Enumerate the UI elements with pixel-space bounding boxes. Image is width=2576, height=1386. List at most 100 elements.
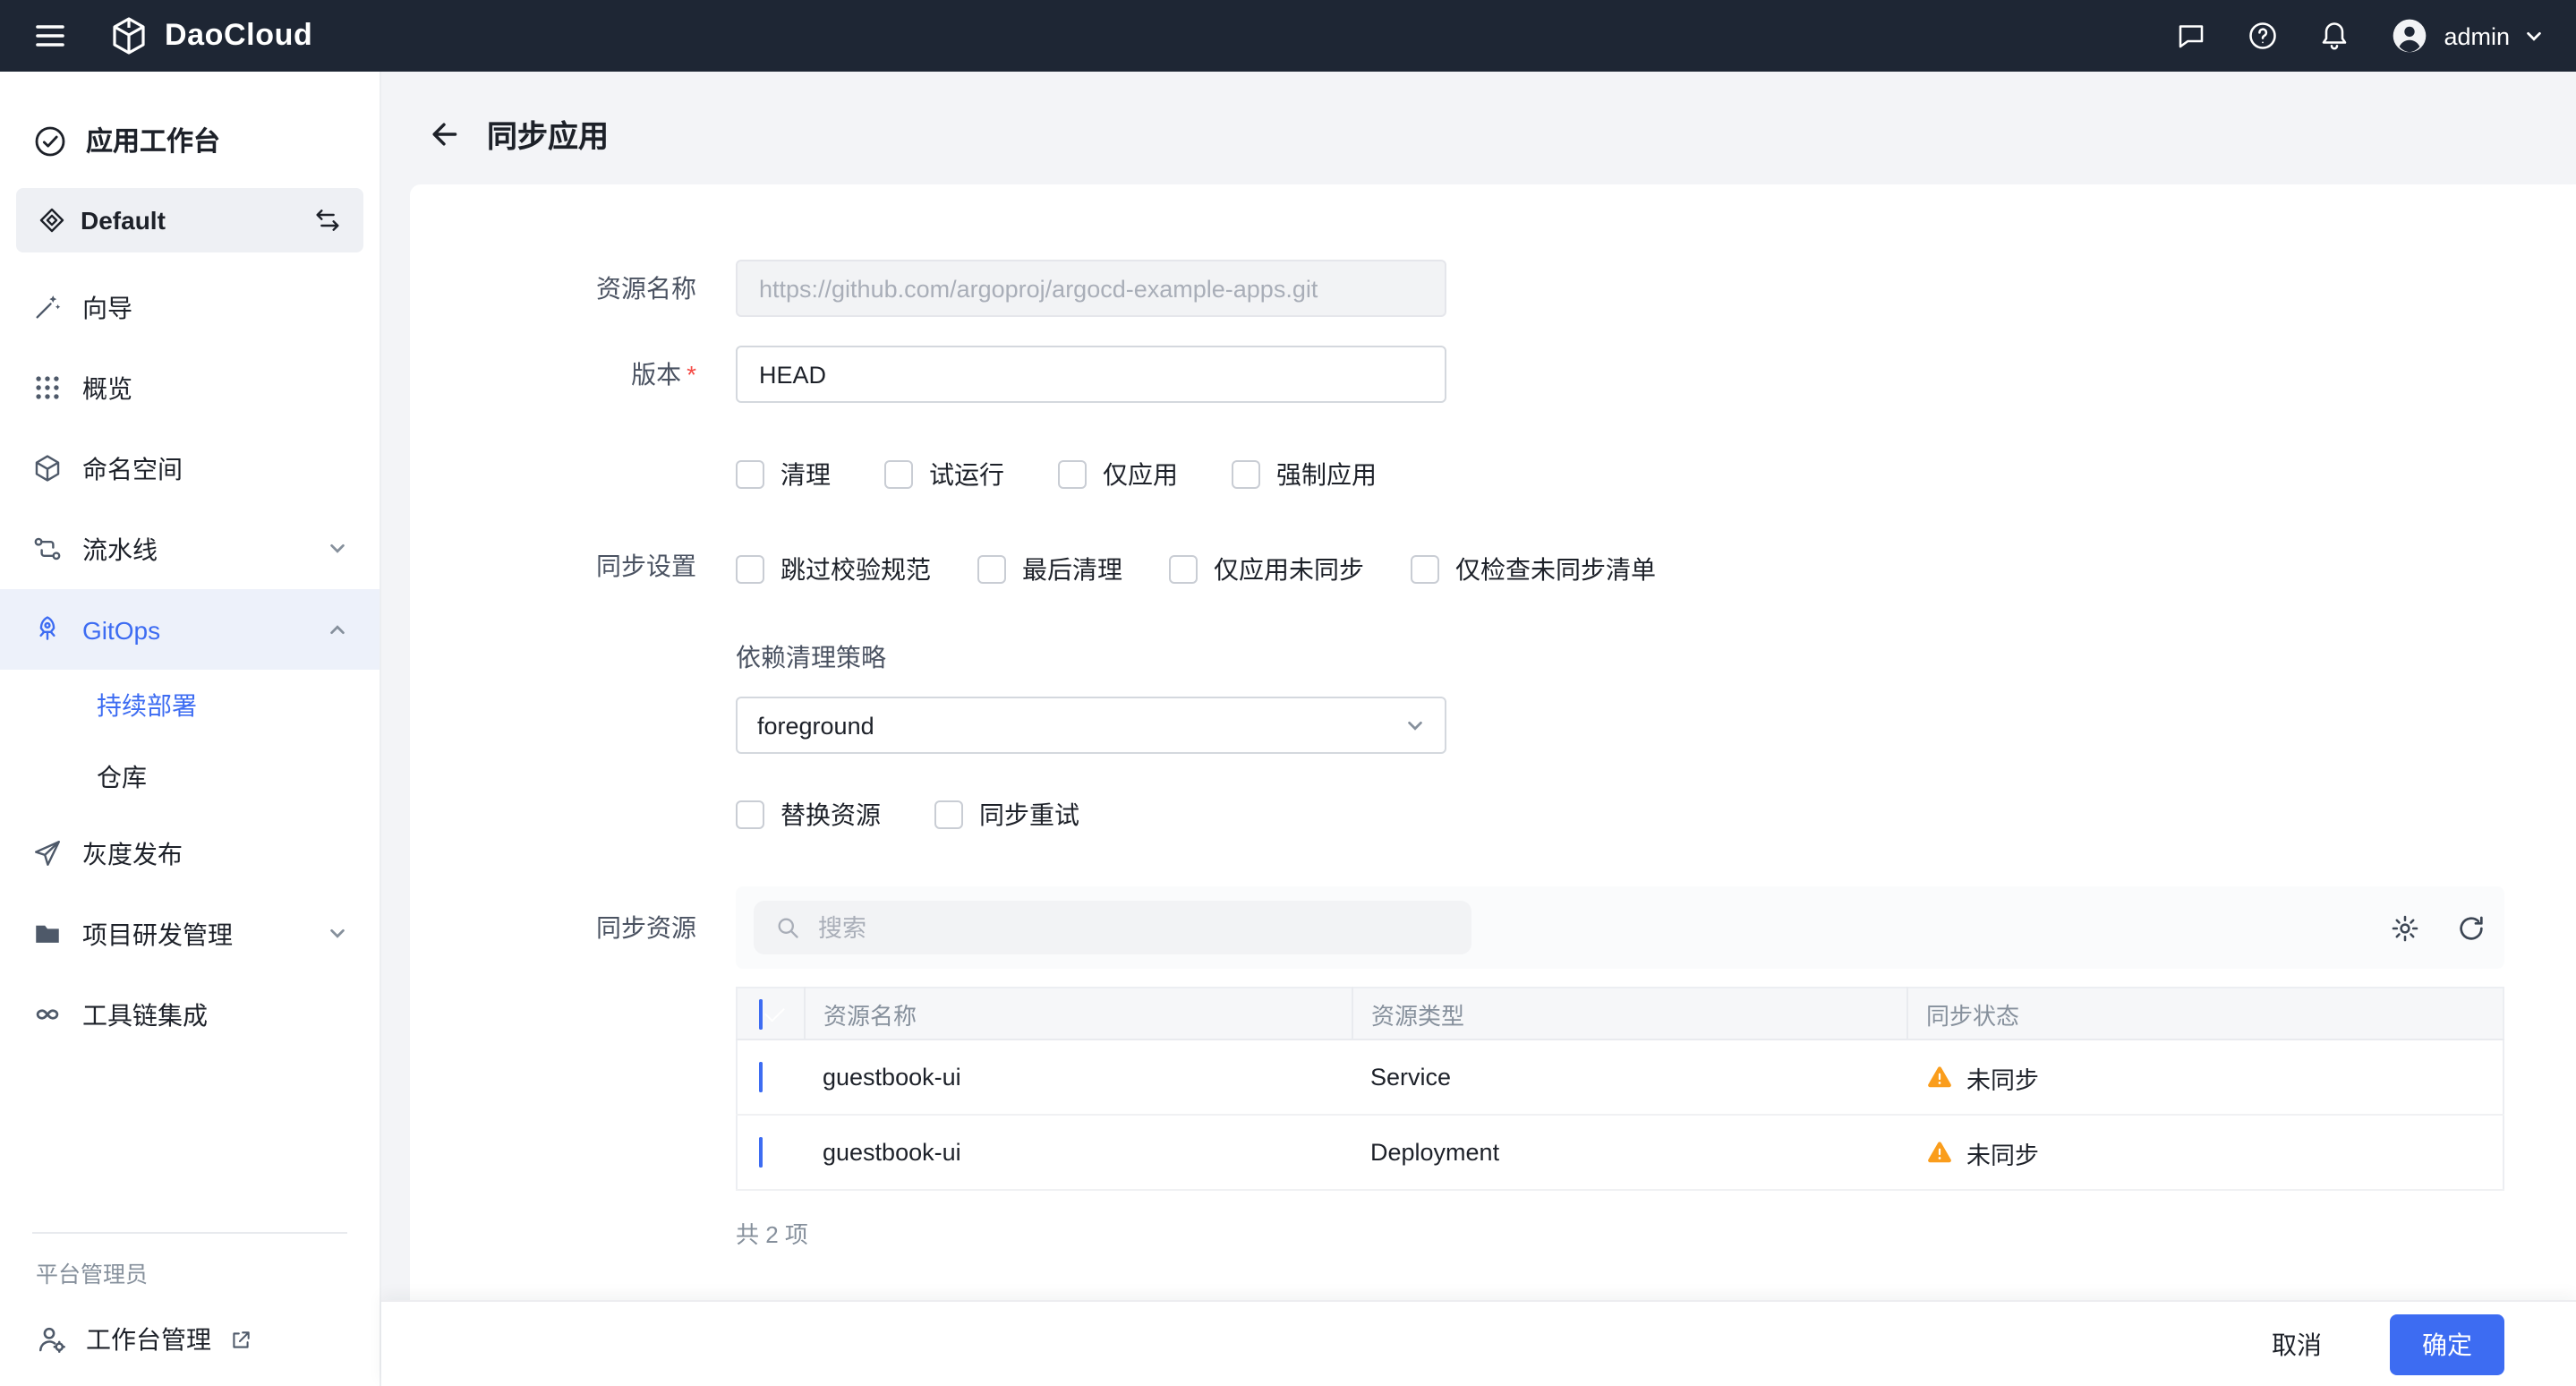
select-all-checkbox[interactable] [759, 998, 763, 1029]
sidebar-item-gitops[interactable]: GitOps [0, 589, 380, 670]
topbar: DaoCloud admin [0, 0, 2576, 72]
checkbox [1411, 555, 1439, 584]
checkbox [736, 460, 764, 489]
settings-gear-icon[interactable] [2390, 912, 2420, 943]
chevron-down-icon [328, 539, 347, 559]
checkbox-skip-schema-validation[interactable]: 跳过校验规范 [736, 552, 931, 587]
sync-resources-label: 同步资源 [410, 886, 736, 969]
sidebar-item-toolchain-integration[interactable]: 工具链集成 [0, 974, 380, 1055]
resource-name-input [736, 260, 1446, 317]
main-content: 同步应用 资源名称 版本* [381, 72, 2576, 1386]
checkbox-force-apply[interactable]: 强制应用 [1232, 457, 1377, 492]
refresh-icon[interactable] [2456, 912, 2486, 943]
resources-toolbar [736, 886, 2504, 969]
avatar [2390, 16, 2429, 56]
sidebar-item-wizard[interactable]: 向导 [0, 267, 380, 347]
chat-icon[interactable] [2175, 20, 2207, 52]
search-icon [775, 915, 800, 940]
chevron-down-icon [2524, 26, 2544, 46]
form-footer: 取消 确定 [381, 1300, 2576, 1386]
sync-settings-label: 同步设置 [410, 539, 736, 593]
row-checkbox[interactable] [759, 1062, 763, 1092]
switch-workspace-icon[interactable] [313, 206, 342, 235]
cell-resource-type: Service [1352, 1040, 1907, 1115]
folder-icon [32, 919, 63, 949]
cube-icon [32, 453, 63, 483]
sidebar-item-app-workbench[interactable]: 应用工作台 [0, 93, 380, 181]
sidebar-subitem-repository[interactable]: 仓库 [0, 741, 380, 813]
sidebar-item-project-dev-management[interactable]: 项目研发管理 [0, 894, 380, 974]
daocloud-logo-icon [107, 14, 150, 57]
checkbox [736, 555, 764, 584]
checkbox-dry-run[interactable]: 试运行 [884, 457, 1004, 492]
sync-app-form-card: 资源名称 版本* [410, 184, 2576, 1300]
search-box[interactable] [754, 901, 1471, 954]
version-input[interactable] [736, 346, 1446, 403]
column-header-resource-type: 资源类型 [1352, 988, 1907, 1040]
infinity-icon [32, 999, 63, 1030]
back-arrow-icon[interactable] [428, 117, 460, 150]
sidebar-item-label: 向导 [82, 289, 132, 325]
workspace-name: Default [81, 206, 299, 235]
table-row: guestbook-ui Service 未同步 [737, 1040, 2503, 1115]
checkbox-sync-retry[interactable]: 同步重试 [934, 797, 1079, 833]
sidebar-item-label: 工作台管理 [86, 1322, 211, 1357]
user-menu[interactable]: admin [2390, 16, 2544, 56]
page-title: 同步应用 [487, 111, 609, 156]
sidebar-item-gray-release[interactable]: 灰度发布 [0, 813, 380, 894]
sidebar-item-label: 灰度发布 [82, 835, 183, 871]
checkbox-replace-resources[interactable]: 替换资源 [736, 797, 881, 833]
checkbox-prune[interactable]: 清理 [736, 457, 831, 492]
checkbox-apply-only[interactable]: 仅应用 [1058, 457, 1178, 492]
pipeline-icon [32, 534, 63, 564]
paper-plane-icon [32, 838, 63, 868]
status-badge: 未同步 [1925, 1116, 2485, 1189]
version-label: 版本* [410, 346, 736, 403]
sidebar-item-overview[interactable]: 概览 [0, 347, 380, 428]
search-input[interactable] [815, 912, 1450, 943]
username-label: admin [2444, 22, 2510, 49]
confirm-button[interactable]: 确定 [2390, 1313, 2504, 1374]
checkbox-apply-out-of-sync-only[interactable]: 仅应用未同步 [1169, 552, 1364, 587]
sidebar-item-label: 工具链集成 [82, 997, 208, 1032]
sidebar-item-label: 命名空间 [82, 450, 183, 486]
rocket-icon [32, 614, 63, 645]
help-icon[interactable] [2247, 20, 2279, 52]
external-link-icon [229, 1328, 252, 1351]
checkbox [1058, 460, 1087, 489]
required-asterisk: * [687, 360, 696, 389]
checkbox-check-out-of-sync-manifests-only[interactable]: 仅检查未同步清单 [1411, 552, 1656, 587]
sidebar-subitem-continuous-deployment[interactable]: 持续部署 [0, 670, 380, 741]
user-gear-icon [36, 1323, 68, 1356]
cell-resource-type: Deployment [1352, 1115, 1907, 1190]
column-header-sync-status: 同步状态 [1907, 988, 2503, 1040]
workbench-label: 应用工作台 [86, 122, 220, 159]
sidebar-item-label: GitOps [82, 615, 160, 644]
sidebar-item-pipeline[interactable]: 流水线 [0, 509, 380, 589]
chevron-down-icon [1405, 715, 1425, 735]
workspace-selector[interactable]: Default [16, 188, 363, 252]
cancel-button[interactable]: 取消 [2261, 1324, 2333, 1364]
notifications-bell-icon[interactable] [2318, 20, 2350, 52]
sidebar: 应用工作台 Default 向导 概览 命名空间 流水线 [0, 72, 381, 1386]
sidebar-item-workbench-management[interactable]: 工作台管理 [0, 1300, 380, 1386]
prune-policy-select[interactable]: foreground [736, 697, 1446, 754]
prune-policy-value: foreground [757, 712, 874, 739]
chevron-up-icon [328, 620, 347, 639]
table-row: guestbook-ui Deployment 未同步 [737, 1115, 2503, 1190]
checkbox-prune-last[interactable]: 最后清理 [977, 552, 1122, 587]
checkbox [884, 460, 913, 489]
resources-table: 资源名称 资源类型 同步状态 guestbook-ui Service [736, 987, 2504, 1191]
sidebar-item-label: 项目研发管理 [82, 916, 233, 952]
grid-dots-icon [32, 372, 63, 403]
checkbox [977, 555, 1006, 584]
hamburger-menu-icon[interactable] [32, 18, 68, 54]
sidebar-subitem-label: 持续部署 [97, 688, 197, 723]
wand-icon [32, 292, 63, 322]
brand-name: DaoCloud [165, 18, 312, 54]
workbench-icon [32, 123, 68, 158]
sidebar-item-namespace[interactable]: 命名空间 [0, 428, 380, 509]
status-badge: 未同步 [1925, 1040, 2485, 1114]
row-checkbox[interactable] [759, 1137, 763, 1168]
sidebar-subitem-label: 仓库 [97, 759, 147, 795]
